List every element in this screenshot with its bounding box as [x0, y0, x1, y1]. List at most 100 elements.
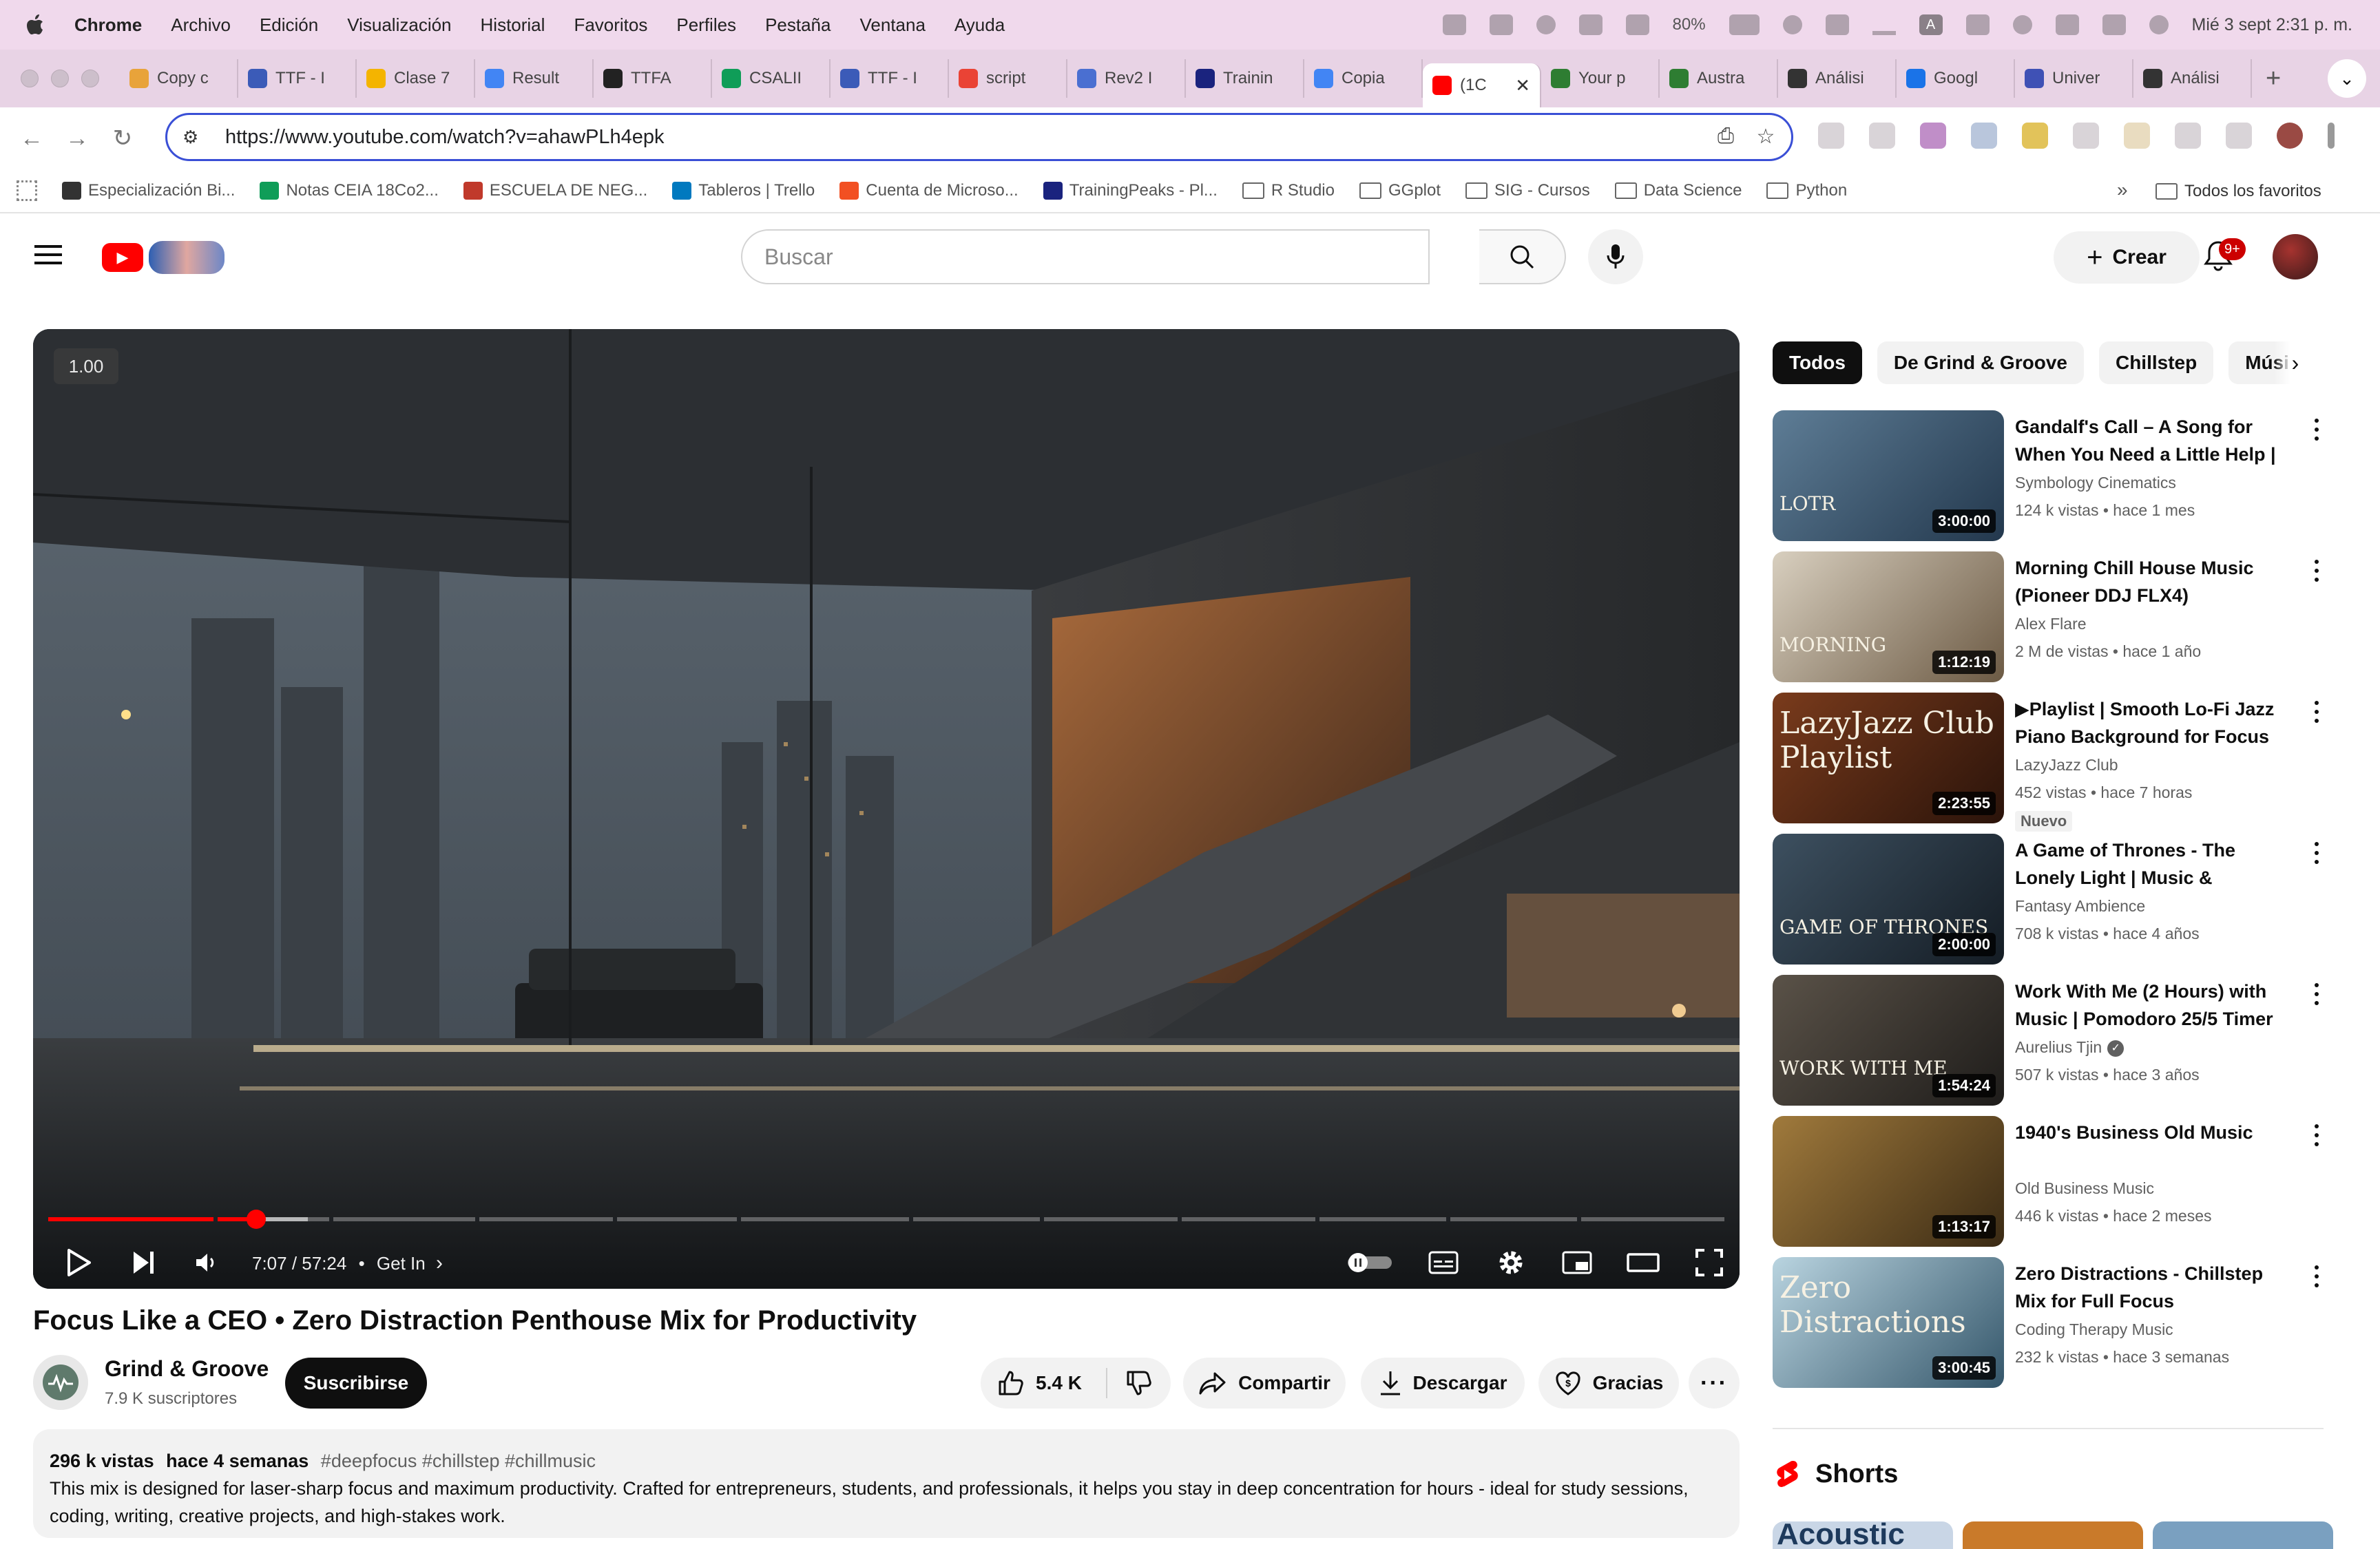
status-icon[interactable] — [1965, 14, 1990, 35]
control-center-icon[interactable] — [2102, 14, 2126, 35]
bookmark-folder[interactable]: Data Science — [1614, 181, 1742, 200]
chapter-title[interactable]: Get In — [377, 1253, 426, 1274]
menu-edicion[interactable]: Edición — [260, 14, 318, 36]
menu-historial[interactable]: Historial — [481, 14, 545, 36]
menu-datetime[interactable]: Mié 3 sept 2:31 p. m. — [2192, 15, 2352, 35]
menu-visualizacion[interactable]: Visualización — [347, 14, 451, 36]
browser-tab[interactable]: TTFA — [594, 59, 712, 98]
play-icon[interactable] — [1782, 15, 1802, 34]
video-thumbnail[interactable]: WORK WITH ME 1:54:24 — [1773, 975, 2004, 1106]
more-vertical-icon[interactable] — [2308, 416, 2325, 443]
recommended-video-title[interactable]: A Game of Thrones - The Lonely Light | M… — [2015, 836, 2290, 892]
more-vertical-icon[interactable] — [2308, 839, 2325, 867]
browser-tab[interactable]: Copia — [1304, 59, 1423, 98]
short-thumbnail[interactable]: Acoustic — [1773, 1521, 1953, 1549]
recommended-channel[interactable]: Symbology Cinematics — [2015, 474, 2176, 492]
recommended-channel[interactable]: LazyJazz Club — [2015, 756, 2118, 774]
menu-ventana[interactable]: Ventana — [859, 14, 925, 36]
browser-tab[interactable]: Copy c — [120, 59, 238, 98]
extension-icon[interactable] — [2124, 123, 2150, 149]
input-source-icon[interactable]: A — [1919, 14, 1943, 35]
siri-icon[interactable] — [2149, 15, 2169, 34]
video-thumbnail[interactable]: MORNING 1:12:19 — [1773, 551, 2004, 682]
chrome-menu-icon[interactable] — [2328, 123, 2335, 149]
video-thumbnail[interactable]: Zero Distractions 3:00:45 — [1773, 1257, 2004, 1388]
status-icon[interactable] — [1825, 14, 1849, 35]
recommended-channel[interactable]: Aurelius Tjin ✓ — [2015, 1038, 2125, 1057]
chip-channel[interactable]: De Grind & Groove — [1877, 341, 2084, 384]
extension-icon[interactable] — [2175, 123, 2201, 149]
more-vertical-icon[interactable] — [2308, 1263, 2325, 1290]
voice-search-button[interactable] — [1588, 229, 1643, 284]
chip-todos[interactable]: Todos — [1773, 341, 1862, 384]
volume-button[interactable] — [187, 1243, 226, 1282]
menu-archivo[interactable]: Archivo — [171, 14, 231, 36]
account-avatar[interactable] — [2273, 234, 2318, 280]
video-thumbnail[interactable]: LOTR 3:00:00 — [1773, 410, 2004, 541]
bookmark-folder[interactable]: Python — [1766, 181, 1847, 200]
recommended-video-title[interactable]: 1940's Business Old Music — [2015, 1119, 2290, 1146]
hamburger-menu-icon[interactable] — [34, 241, 62, 268]
video-thumbnail[interactable]: 1:13:17 — [1773, 1116, 2004, 1247]
browser-tab[interactable]: Análisi — [2133, 59, 2252, 98]
menu-app-name[interactable]: Chrome — [74, 14, 142, 36]
video-player[interactable]: 1.00 7:07 / 57:24 • Get In › — [33, 329, 1740, 1289]
browser-tab[interactable]: Result — [475, 59, 594, 98]
menu-ayuda[interactable]: Ayuda — [954, 14, 1005, 36]
recommended-video[interactable]: 1:13:17 1940's Business Old Music Old Busi… — [1773, 1116, 2324, 1247]
puzzle-icon[interactable] — [2226, 123, 2252, 149]
maximize-window-button[interactable] — [81, 70, 99, 87]
browser-tab[interactable]: Univer — [2015, 59, 2133, 98]
chevron-right-icon[interactable]: › — [2274, 341, 2317, 384]
more-vertical-icon[interactable] — [2308, 980, 2325, 1008]
channel-name[interactable]: Grind & Groove — [105, 1356, 269, 1382]
browser-tab[interactable]: TTF - I — [831, 59, 949, 98]
bookmark-item[interactable]: ESCUELA DE NEG... — [463, 181, 647, 200]
download-button[interactable]: Descargar — [1361, 1358, 1525, 1409]
recommended-video-title[interactable]: Zero Distractions - Chillstep Mix for Fu… — [2015, 1260, 2290, 1315]
thanks-button[interactable]: $ Gracias — [1538, 1358, 1679, 1409]
more-vertical-icon[interactable] — [2308, 698, 2325, 726]
fullscreen-button[interactable] — [1690, 1243, 1729, 1282]
extension-icon[interactable] — [2022, 123, 2048, 149]
bookmark-folder[interactable]: SIG - Cursos — [1465, 181, 1590, 200]
recommended-channel[interactable]: Fantasy Ambience — [2015, 897, 2145, 916]
extension-icon[interactable] — [2073, 123, 2099, 149]
bookmark-folder[interactable]: R Studio — [1242, 181, 1335, 200]
profile-avatar[interactable] — [2277, 123, 2303, 149]
share-button[interactable]: Compartir — [1183, 1358, 1346, 1409]
new-tab-button[interactable]: + — [2266, 64, 2281, 94]
more-actions-button[interactable]: ··· — [1689, 1358, 1740, 1409]
subtitles-button[interactable] — [1424, 1243, 1463, 1282]
recommended-video[interactable]: Zero Distractions 3:00:45 Zero Distraction… — [1773, 1257, 2324, 1388]
play-button[interactable] — [59, 1243, 98, 1282]
battery-icon[interactable] — [1729, 14, 1760, 35]
bookmark-star-icon[interactable]: ☆ — [1753, 125, 1779, 151]
hashtags[interactable]: #deepfocus #chillstep #chillmusic — [321, 1451, 596, 1471]
recommended-video[interactable]: WORK WITH ME 1:54:24 Work With Me (2 Hours… — [1773, 975, 2324, 1106]
status-icon[interactable] — [1625, 14, 1649, 35]
bookmark-item[interactable]: TrainingPeaks - Pl... — [1043, 181, 1218, 200]
browser-tab[interactable]: Googl — [1897, 59, 2015, 98]
apps-grid-icon[interactable] — [17, 180, 37, 201]
extension-icon[interactable] — [1869, 123, 1895, 149]
browser-tab[interactable]: Rev2 I — [1067, 59, 1186, 98]
scrubber-handle[interactable] — [246, 1210, 266, 1229]
extension-icon[interactable] — [1818, 123, 1844, 149]
tab-search-button[interactable]: ⌄ — [2328, 59, 2366, 98]
status-icon[interactable] — [1578, 14, 1603, 35]
all-bookmarks-folder[interactable]: Todos los favoritos — [2155, 182, 2321, 201]
apple-icon[interactable] — [25, 13, 45, 36]
autoplay-toggle[interactable] — [1346, 1243, 1394, 1282]
install-app-icon[interactable]: ⎙ — [1713, 125, 1739, 151]
bookmark-item[interactable]: Notas CEIA 18Co2... — [260, 181, 439, 200]
progress-bar[interactable] — [48, 1210, 1724, 1229]
reload-icon[interactable]: ↻ — [109, 125, 136, 152]
browser-tab[interactable]: TTF - I — [238, 59, 357, 98]
youtube-logo[interactable]: ▶ — [102, 241, 225, 274]
more-vertical-icon[interactable] — [2308, 1121, 2325, 1149]
forward-icon[interactable]: → — [63, 125, 91, 152]
browser-tab[interactable]: Austra — [1660, 59, 1778, 98]
more-vertical-icon[interactable] — [2308, 557, 2325, 584]
bookmark-folder[interactable]: GGplot — [1359, 181, 1441, 200]
